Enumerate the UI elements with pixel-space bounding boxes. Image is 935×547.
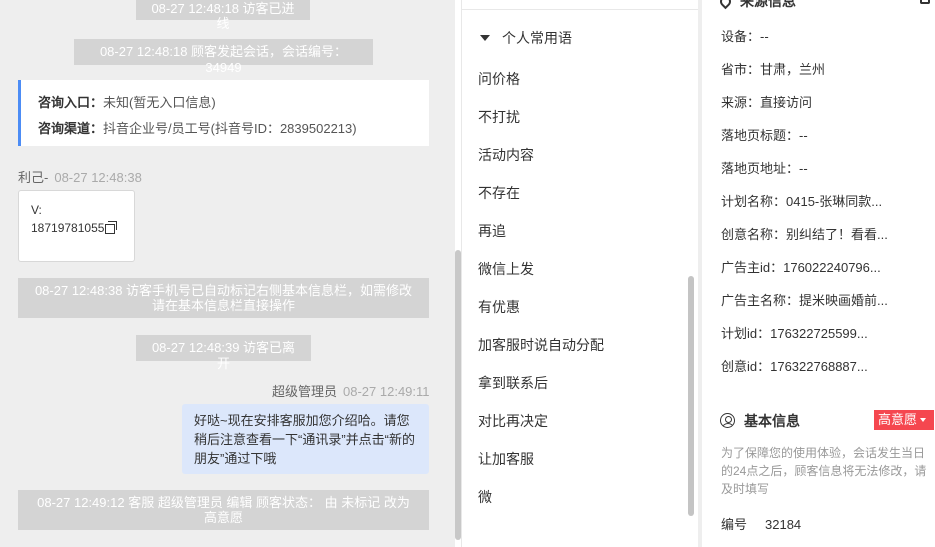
intent-status-label: 高意愿 — [878, 412, 918, 427]
phrases-top-divider — [462, 9, 699, 10]
phrases-scrollbar[interactable] — [688, 276, 694, 516]
phrase-item[interactable]: 不打扰 — [478, 98, 604, 136]
common-phrases-panel: 个人常用语 问价格 不打扰 活动内容 不存在 再追 微信上发 有优惠 加客服时说… — [461, 0, 699, 547]
consult-entry-row: 咨询入口：未知(暂无入口信息) — [38, 90, 412, 116]
phrase-item[interactable]: 微信上发 — [478, 250, 604, 288]
phrase-item[interactable]: 问价格 — [478, 60, 604, 98]
consult-channel-row: 咨询渠道：抖音企业号/员工号(抖音号ID：2839502213) — [38, 116, 412, 142]
basic-info-title-text: 基本信息 — [744, 413, 800, 429]
phrase-item[interactable]: 对比再决定 — [478, 402, 604, 440]
consult-entry-label: 咨询入口： — [38, 95, 104, 110]
customer-sender: 利己- 08-27 12:48:38 — [18, 167, 142, 186]
agent-message-bubble: 好哒~现在安排客服加您介绍哈。请您稍后注意查看一下“通讯录”并点击“新的朋友”通… — [182, 404, 429, 474]
phrase-item[interactable]: 让加客服 — [478, 440, 604, 478]
system-message-session: 08-27 12:48:18 顾客发起会话，会话编号：34949 — [74, 39, 373, 75]
field-plan-name: 计划名称：0415-张琳同款... — [721, 194, 883, 209]
agent-name: 超级管理员 — [272, 384, 338, 399]
consult-channel-value: 抖音企业号/员工号(抖音号ID：2839502213) — [103, 121, 357, 136]
field-landing-url: 落地页地址：-- — [721, 161, 808, 176]
phrase-list: 问价格 不打扰 活动内容 不存在 再追 微信上发 有优惠 加客服时说自动分配 拿… — [478, 60, 604, 516]
customer-message-time: 08-27 12:48:38 — [54, 170, 142, 185]
phrase-item[interactable]: 加客服时说自动分配 — [478, 326, 604, 364]
system-message-entered: 08-27 12:48:18 访客已进线 — [136, 0, 310, 31]
phrases-group-header[interactable]: 个人常用语 — [480, 28, 572, 48]
field-province-city: 省市：甘肃，兰州 — [721, 62, 826, 77]
caret-down-icon — [920, 418, 927, 422]
source-info-fields: 设备：-- 省市：甘肃，兰州 来源：直接访问 落地页标题：-- 落地页地址：--… — [721, 20, 921, 383]
field-device: 设备：-- — [721, 29, 769, 44]
location-icon — [717, 0, 734, 10]
phrase-item[interactable]: 再追 — [478, 212, 604, 250]
phrase-item[interactable]: 微 — [478, 478, 604, 516]
caret-down-icon[interactable] — [480, 35, 490, 41]
edit-icon[interactable] — [920, 0, 930, 4]
system-message-phone-marked: 08-27 12:48:38 访客手机号已自动标记右侧基本信息栏，如需修改请在基… — [18, 278, 429, 318]
field-landing-title: 落地页标题：-- — [721, 128, 808, 143]
field-creative-name: 创意名称：别纠结了！看看... — [721, 227, 888, 242]
field-creative-id: 创意id：176322768887... — [721, 359, 868, 374]
system-message-status-change: 08-27 12:49:12 客服 超级管理员 编辑 顾客状态： 由 未标记 改… — [18, 490, 429, 530]
phrase-item[interactable]: 活动内容 — [478, 136, 604, 174]
source-info-title: 来源信息 — [717, 0, 796, 11]
customer-message-bubble: V: 18719781055 — [18, 190, 135, 262]
customer-phone-number: 18719781055 — [31, 221, 105, 235]
serial-number-label: 编号 — [721, 517, 748, 532]
intent-status-dropdown[interactable]: 高意愿 — [874, 410, 934, 430]
phrases-group-title: 个人常用语 — [502, 30, 572, 46]
customer-info-panel: 来源信息 设备：-- 省市：甘肃，兰州 来源：直接访问 落地页标题：-- 落地页… — [702, 0, 935, 547]
phrase-item[interactable]: 有优惠 — [478, 288, 604, 326]
customer-message-line2: 18719781055 — [31, 219, 122, 237]
field-source: 来源：直接访问 — [721, 95, 813, 110]
customer-name: 利己- — [18, 170, 49, 185]
chat-panel[interactable]: 08-27 12:48:18 访客已进线 08-27 12:48:18 顾客发起… — [0, 0, 455, 547]
system-message-left: 08-27 12:48:39 访客已离开 — [136, 335, 311, 371]
user-icon — [720, 413, 735, 428]
basic-info-title: 基本信息 — [720, 411, 800, 431]
consult-info-card: 咨询入口：未知(暂无入口信息) 咨询渠道：抖音企业号/员工号(抖音号ID：283… — [18, 80, 429, 146]
agent-sender: 超级管理员 08-27 12:49:11 — [272, 381, 430, 400]
customer-message-line1: V: — [31, 203, 42, 217]
serial-number-row: 编号 32184 — [721, 514, 801, 533]
field-advertiser-name: 广告主名称：提米映画婚前... — [721, 293, 888, 308]
agent-message-time: 08-27 12:49:11 — [343, 384, 430, 399]
consult-entry-value: 未知(暂无入口信息) — [103, 95, 216, 110]
source-info-title-text: 来源信息 — [740, 0, 796, 9]
copy-icon[interactable] — [105, 221, 118, 234]
field-plan-id: 计划id：176322725599... — [721, 326, 868, 341]
edit-deadline-notice: 为了保障您的使用体验，会话发生当日的24点之后，顾客信息将无法修改，请及时填写 — [721, 446, 927, 496]
serial-number-value: 32184 — [765, 517, 802, 532]
consult-channel-label: 咨询渠道： — [38, 121, 104, 136]
phrase-item[interactable]: 拿到联系后 — [478, 364, 604, 402]
field-advertiser-id: 广告主id：176022240796... — [721, 260, 881, 275]
phrase-item[interactable]: 不存在 — [478, 174, 604, 212]
